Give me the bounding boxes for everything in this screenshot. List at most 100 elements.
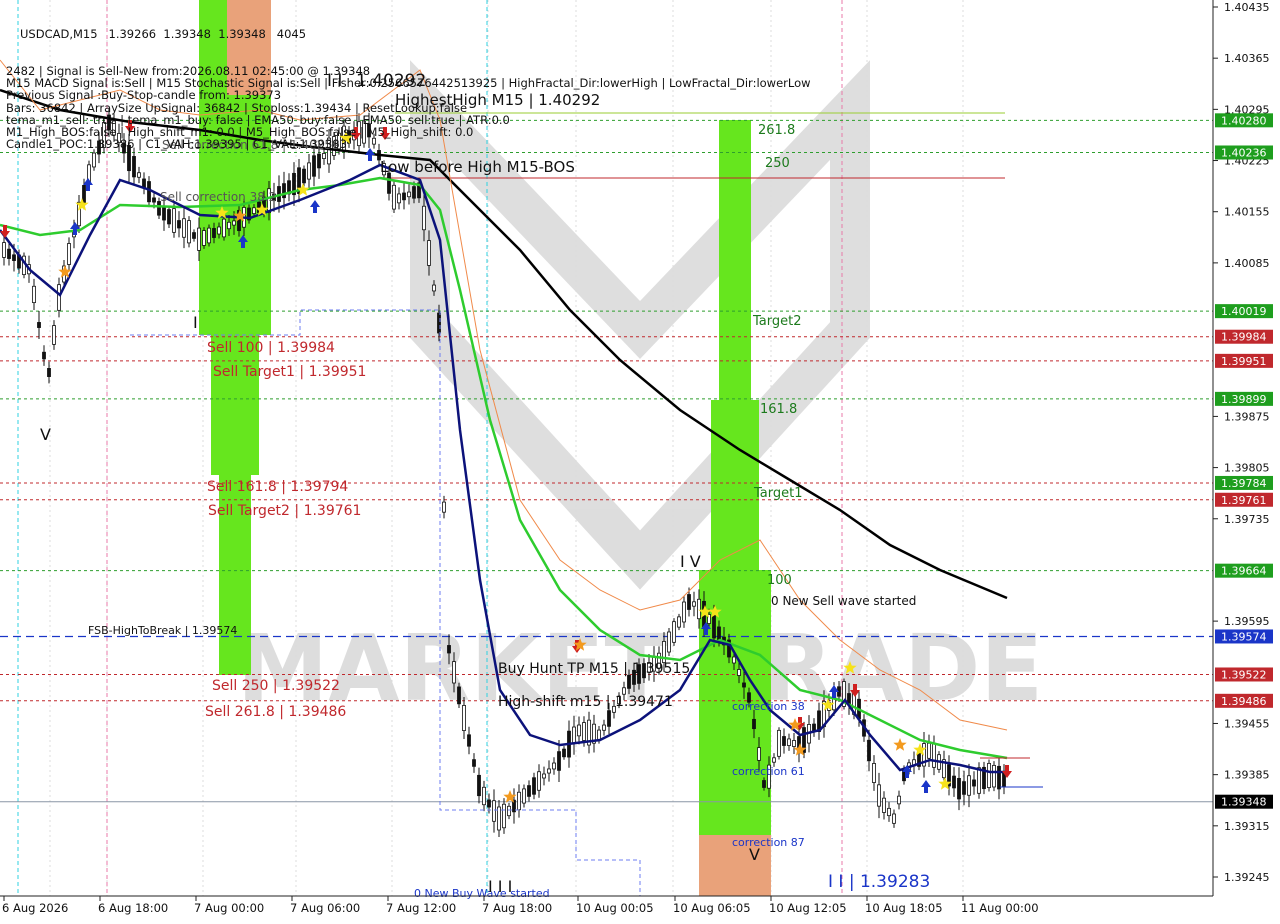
candle-body (162, 205, 166, 221)
candle-body (762, 780, 766, 788)
time-tick-label: 7 Aug 18:00 (482, 901, 552, 915)
price-badge-label: 1.39784 (1221, 477, 1267, 490)
candle-body (437, 312, 441, 334)
candle-body (282, 183, 286, 199)
target2-label: Target2 (752, 314, 802, 329)
candle-body (677, 616, 681, 628)
time-tick-label: 7 Aug 00:00 (194, 901, 264, 915)
price-badge-label: 1.39899 (1221, 393, 1267, 406)
sell-target1-label: Sell Target1 | 1.39951 (213, 364, 366, 380)
candle-body (672, 621, 676, 643)
candle-body (197, 227, 201, 251)
signal-star-icon (893, 738, 907, 751)
buy-arrow-icon (921, 780, 931, 793)
symbol-name: USDCAD,M15 (20, 27, 98, 42)
candle-body (562, 748, 566, 758)
candle-body (522, 788, 526, 804)
time-tick-label: 10 Aug 06:05 (673, 901, 751, 915)
candle-body (897, 795, 901, 805)
info-line: Previous Signal :Buy-Stop-candle from: 1… (6, 88, 282, 103)
candle-body (447, 645, 451, 654)
wave-iv-label: I V (680, 552, 701, 571)
wave-v-right-label: V (749, 845, 760, 864)
new-buy-wave-label: 0 New Buy Wave started (414, 887, 550, 900)
price-badge-label: 1.40280 (1221, 114, 1267, 127)
candle-body (82, 184, 86, 204)
candle-body (212, 228, 216, 238)
candle-body (602, 724, 606, 731)
candle-body (977, 767, 981, 794)
fib-100-label: 100 (767, 573, 792, 588)
candle-body (772, 757, 776, 763)
candle-body (172, 208, 176, 233)
candle-body (392, 184, 396, 210)
price-tick-label: 1.39455 (1224, 717, 1270, 730)
price-tick-label: 1.40365 (1224, 52, 1270, 65)
candle-body (232, 220, 236, 226)
candle-body (397, 193, 401, 204)
candle-body (57, 284, 61, 311)
candle-body (427, 240, 431, 266)
price-tick-label: 1.39875 (1224, 410, 1270, 423)
correction-61-label: correction 61 (732, 765, 805, 778)
target1-label: Target1 (753, 486, 803, 501)
candle-body (312, 155, 316, 177)
candle-body (137, 172, 141, 178)
candle-body (687, 594, 691, 610)
candle-body (387, 172, 391, 194)
candle-body (457, 686, 461, 705)
price-tick-label: 1.40155 (1224, 206, 1270, 219)
candle-body (192, 232, 196, 239)
fib-250-label: 250 (765, 156, 790, 171)
candle-body (697, 598, 701, 620)
candle-body (167, 209, 171, 225)
candle-body (972, 779, 976, 787)
low-before-high-label: Low before High M15-BOS (380, 158, 575, 176)
sell-2618-label: Sell 261.8 | 1.39486 (205, 704, 346, 720)
price-tick-label: 1.40085 (1224, 257, 1270, 270)
sell-target2-label: Sell Target2 | 1.39761 (208, 503, 361, 519)
candle-body (302, 168, 306, 184)
candle-body (667, 631, 671, 653)
candle-body (217, 226, 221, 235)
candle-body (317, 153, 321, 169)
candle-body (187, 220, 191, 244)
time-tick-label: 10 Aug 18:05 (865, 901, 943, 915)
price-tick-label: 1.39805 (1224, 462, 1270, 475)
price-badge-label: 1.39522 (1221, 668, 1267, 681)
wave-i-label: I (193, 313, 198, 332)
candle-body (682, 601, 686, 623)
new-sell-wave-label: 0 New Sell wave started (771, 594, 916, 608)
info-line: Bars: 36842 | ArraySize UpSignal: 36842 … (6, 100, 468, 115)
candle-body (547, 768, 551, 774)
candle-body (527, 785, 531, 797)
wave-v-left-label: V (40, 425, 51, 444)
candle-body (872, 763, 876, 783)
candle-body (467, 734, 471, 747)
candle-body (582, 722, 586, 741)
candle-body (132, 156, 136, 178)
candle-body (47, 368, 51, 377)
candle-body (322, 153, 326, 159)
price-tick-label: 1.39735 (1224, 513, 1270, 526)
price-tick-label: 1.39595 (1224, 615, 1270, 628)
candle-body (997, 765, 1001, 790)
price-badge-label: 1.39984 (1221, 331, 1267, 344)
candle-body (92, 152, 96, 168)
candle-body (737, 669, 741, 676)
candle-body (32, 285, 36, 304)
candle-body (787, 738, 791, 746)
sell-100-label: Sell 100 | 1.39984 (207, 340, 335, 356)
chart-window[interactable]: MARKET TRADE HighestHigh M15 | 1.40292 1… (0, 0, 1280, 920)
candle-body (487, 799, 491, 808)
candle-body (477, 774, 481, 797)
candle-body (792, 740, 796, 747)
candle-body (892, 813, 896, 824)
buy-hunt-label: Buy Hunt TP M15 | 1.39515 (498, 661, 690, 677)
watermark: MARKET TRADE (237, 60, 1043, 722)
green-zone (211, 335, 259, 475)
header-prices: 1.39266 1.39348 1.39348 4045 (108, 27, 307, 42)
candle-body (42, 351, 46, 360)
info-line: Candle1_POC:1.39386 | C1_VAH:1.39395 | C… (6, 137, 347, 152)
time-tick-label: 6 Aug 2026 (2, 901, 68, 915)
